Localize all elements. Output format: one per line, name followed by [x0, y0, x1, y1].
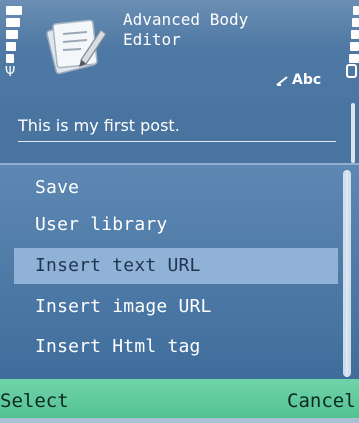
notepad-pencil-icon [46, 19, 107, 75]
input-mode-indicator: Abc [292, 72, 322, 88]
antenna-icon: Ψ [5, 65, 16, 80]
editor-text[interactable]: This is my first post. [18, 116, 180, 136]
editor-scrollbar[interactable] [351, 103, 355, 163]
menu-item-insert-image-url[interactable]: Insert image URL [14, 289, 338, 325]
app-title-line1: Advanced Body [123, 10, 249, 29]
menu-item-user-library[interactable]: User library [14, 207, 338, 243]
text-input-pen-icon [276, 76, 288, 86]
softkey-bar: Select Cancel [0, 379, 359, 418]
select-softkey[interactable]: Select [0, 379, 69, 418]
menu-item-save[interactable]: Save [14, 170, 338, 206]
signal-strength-icon [6, 6, 22, 66]
menu-scrollbar-thumb[interactable] [343, 170, 351, 377]
editor-underline [18, 141, 336, 142]
cancel-softkey[interactable]: Cancel [287, 379, 356, 418]
app-title: Advanced Body Editor [123, 10, 293, 50]
menu-item-insert-html-tag[interactable]: Insert Html tag [14, 329, 338, 365]
battery-icon [349, 6, 359, 66]
battery-glyph-icon [346, 64, 357, 78]
app-title-line2: Editor [123, 30, 181, 49]
menu-item-insert-text-url[interactable]: Insert text URL [14, 248, 338, 284]
title-pane: Ψ Advanced Body Editor Abc [0, 0, 359, 103]
menu-scrollbar[interactable] [343, 170, 351, 377]
